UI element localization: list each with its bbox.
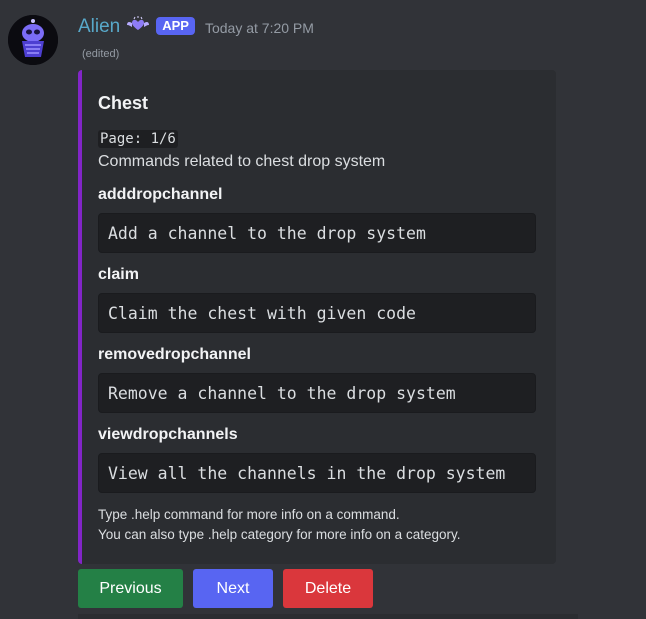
field-value-code-block: Remove a channel to the drop system [98, 373, 536, 413]
next-button[interactable]: Next [193, 569, 273, 608]
edited-label: (edited) [82, 48, 120, 60]
footer-line: Type .help command for more info on a co… [98, 507, 400, 522]
page-indicator: Page: 1/6 [98, 130, 178, 148]
next-embed-edge [78, 614, 578, 619]
previous-button[interactable]: Previous [78, 569, 183, 608]
winged-heart-icon [126, 16, 150, 38]
app-tag: APP [156, 17, 195, 35]
username[interactable]: Alien [78, 15, 120, 39]
field-value-code-block: Add a channel to the drop system [98, 213, 536, 253]
field-value-code-block: View all the channels in the drop system [98, 453, 536, 493]
alien-avatar-icon [8, 15, 58, 65]
embed-description: Commands related to chest drop system [98, 153, 386, 170]
field-name: viewdropchannels [98, 426, 238, 443]
field-name: removedropchannel [98, 346, 251, 363]
delete-button[interactable]: Delete [283, 569, 373, 608]
field-value-code-block: Claim the chest with given code [98, 293, 536, 333]
field-name: claim [98, 266, 139, 283]
avatar[interactable] [8, 15, 58, 65]
message: Alien APP Today at 7:20 PM (edited) Ches… [0, 0, 646, 619]
embed-footer: Type .help command for more info on a co… [98, 505, 460, 545]
embed: Chest Page: 1/6 Commands related to ches… [78, 70, 556, 564]
button-row: Previous Next Delete [78, 569, 373, 608]
message-header: Alien APP Today at 7:20 PM [78, 14, 314, 40]
timestamp[interactable]: Today at 7:20 PM [205, 20, 314, 36]
footer-line: You can also type .help category for mor… [98, 527, 461, 542]
field-name: adddropchannel [98, 186, 223, 203]
embed-title: Chest [98, 93, 149, 113]
